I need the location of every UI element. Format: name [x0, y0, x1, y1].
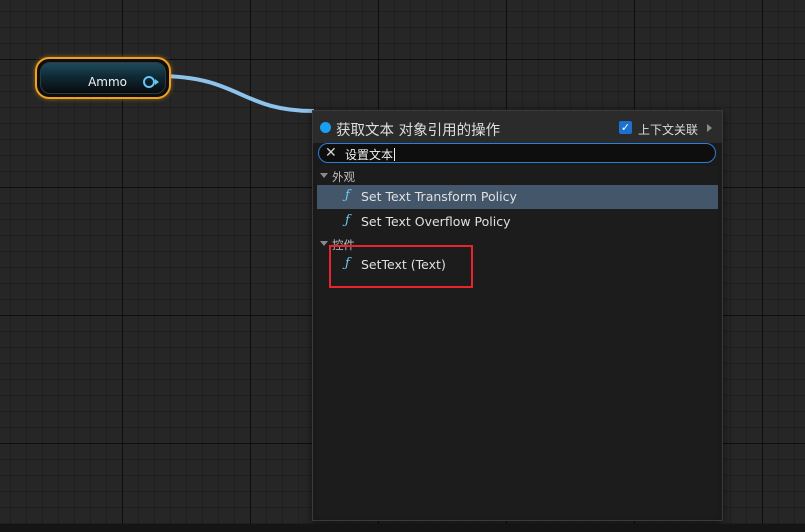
- pin-arrow-icon: [155, 79, 159, 85]
- action-item-set-text-transform-policy[interactable]: ƒ Set Text Transform Policy: [317, 185, 718, 209]
- close-icon[interactable]: ✕: [325, 145, 337, 161]
- ammo-variable-node[interactable]: Ammo: [35, 57, 171, 99]
- node-body: Ammo: [40, 62, 166, 94]
- context-sensitive-label[interactable]: 上下文关联: [638, 121, 698, 138]
- menu-title: 获取文本 对象引用的操作: [336, 123, 501, 139]
- search-text[interactable]: 设置文本: [345, 146, 396, 163]
- function-icon: ƒ: [345, 188, 350, 203]
- node-label: Ammo: [88, 75, 127, 89]
- annotation-highlight-box: [329, 245, 473, 288]
- action-item-set-text-overflow-policy[interactable]: ƒ Set Text Overflow Policy: [317, 210, 718, 234]
- expand-arrow-icon[interactable]: [320, 241, 328, 246]
- search-input[interactable]: ✕ 设置文本: [318, 143, 716, 163]
- function-icon: ƒ: [345, 213, 350, 228]
- bottom-bar: [0, 524, 805, 532]
- context-sensitive-checkbox[interactable]: ✓: [619, 121, 632, 134]
- expand-arrow-icon[interactable]: [320, 173, 328, 178]
- action-item-label: Set Text Transform Policy: [361, 189, 517, 204]
- action-list[interactable]: 外观 ƒ Set Text Transform Policy ƒ Set Tex…: [317, 166, 718, 516]
- output-pin-icon[interactable]: [143, 76, 155, 88]
- context-action-menu: 获取文本 对象引用的操作 ✓ 上下文关联 ✕ 设置文本 外观 ƒ Set Tex…: [312, 110, 723, 521]
- pin-type-icon: [320, 122, 331, 133]
- menu-header: 获取文本 对象引用的操作 ✓ 上下文关联: [313, 111, 722, 143]
- category-label: 外观: [332, 170, 355, 184]
- action-item-label: Set Text Overflow Policy: [361, 214, 511, 229]
- chevron-right-icon[interactable]: [707, 124, 712, 132]
- text-caret: [394, 148, 396, 161]
- blueprint-graph[interactable]: Ammo 获取文本 对象引用的操作 ✓ 上下文关联 ✕ 设置文本 外观 ƒ Se…: [0, 0, 805, 532]
